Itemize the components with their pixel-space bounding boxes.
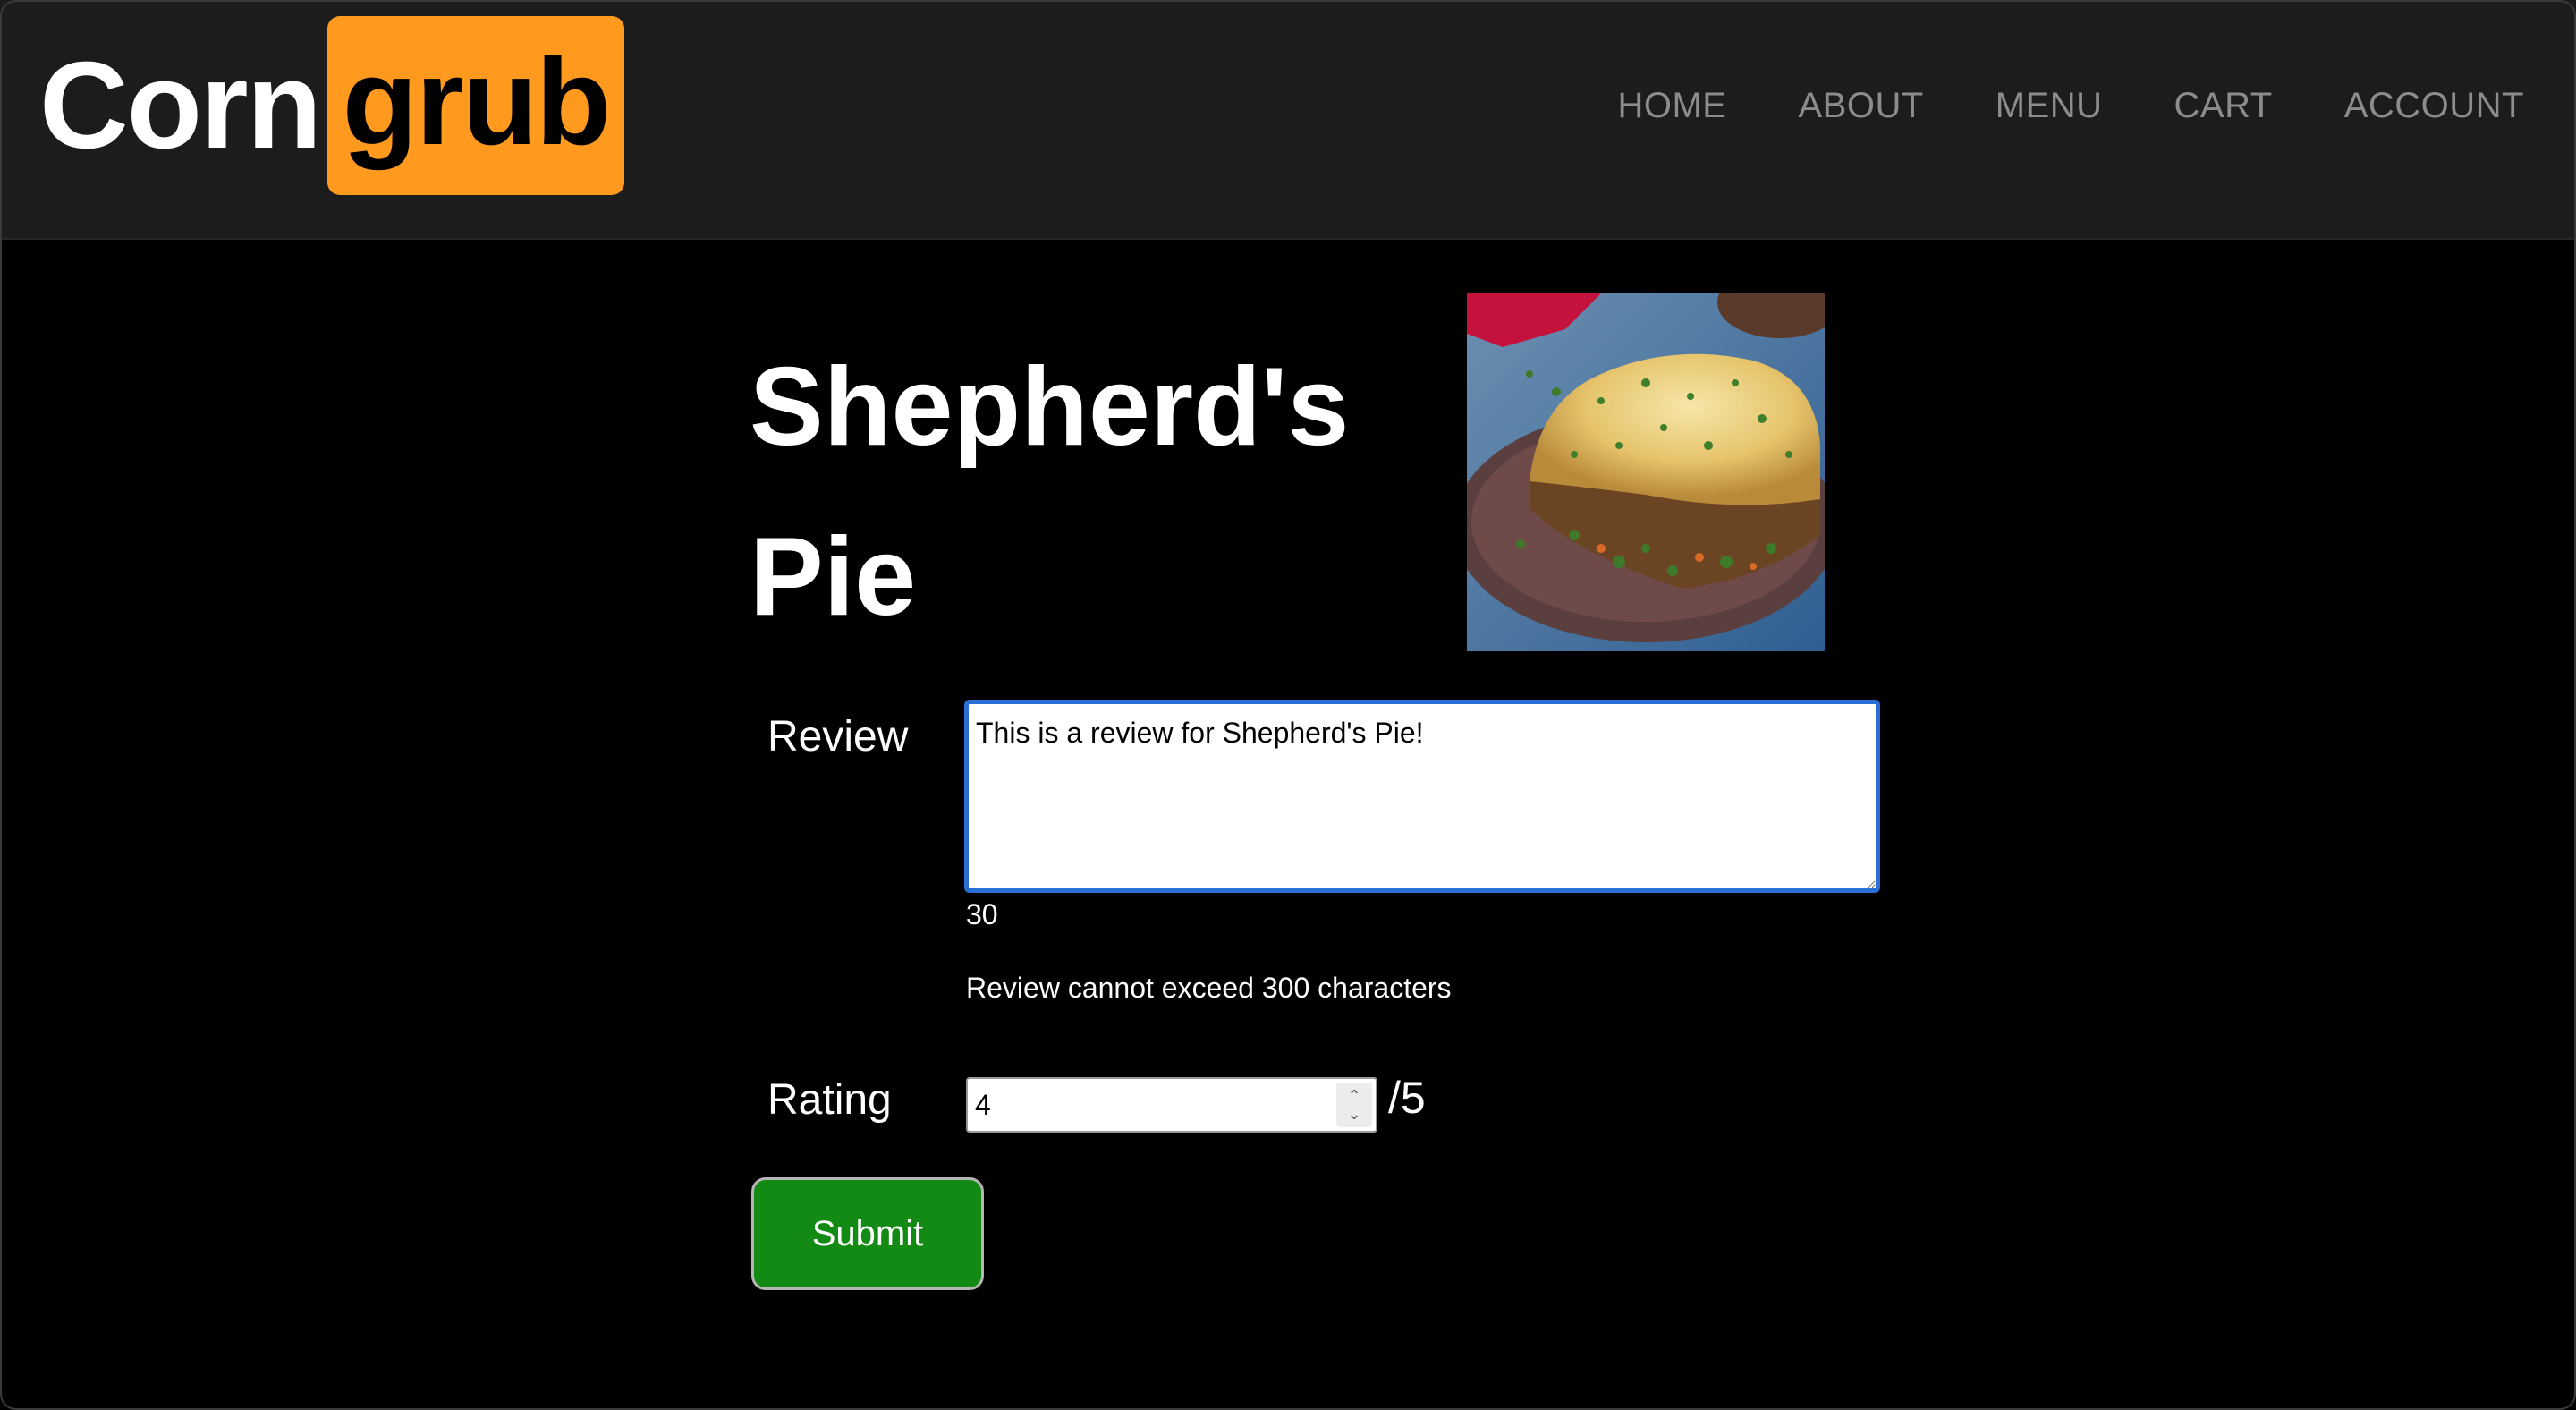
rating-value: 4 (975, 1088, 991, 1121)
dish-photo (1467, 293, 1825, 651)
review-textarea[interactable]: This is a review for Shepherd's Pie! (964, 700, 1880, 893)
site-logo[interactable]: Corn grub (39, 16, 624, 195)
character-limit-note: Review cannot exceed 300 characters (966, 972, 1452, 1004)
title-line-2: Pie (750, 515, 917, 639)
character-count: 30 (966, 898, 998, 930)
nav-cart[interactable]: CART (2174, 86, 2273, 126)
site-header: Corn grub HOME ABOUT MENU CART ACCOUNT (0, 0, 2576, 240)
rating-stepper[interactable]: ⌃ ⌄ (1336, 1083, 1372, 1127)
nav-account[interactable]: ACCOUNT (2344, 86, 2524, 126)
title-line-1: Shepherd's (750, 345, 1350, 469)
page-title: Shepherd's Pie (750, 322, 1447, 662)
logo-text-grub: grub (326, 16, 624, 195)
main-nav: HOME ABOUT MENU CART ACCOUNT (1617, 0, 2524, 211)
submit-button[interactable]: Submit (751, 1177, 984, 1290)
rating-input[interactable]: 4 ⌃ ⌄ (966, 1077, 1377, 1133)
rating-out-of: /5 (1388, 1073, 1426, 1123)
nav-about[interactable]: ABOUT (1798, 86, 1923, 126)
chevron-down-icon[interactable]: ⌄ (1347, 1105, 1360, 1123)
review-label: Review (767, 713, 909, 760)
chevron-up-icon[interactable]: ⌃ (1347, 1087, 1360, 1105)
nav-home[interactable]: HOME (1617, 86, 1726, 126)
nav-menu[interactable]: MENU (1996, 86, 2103, 126)
rating-label: Rating (767, 1076, 892, 1124)
logo-text-corn: Corn (39, 37, 322, 174)
